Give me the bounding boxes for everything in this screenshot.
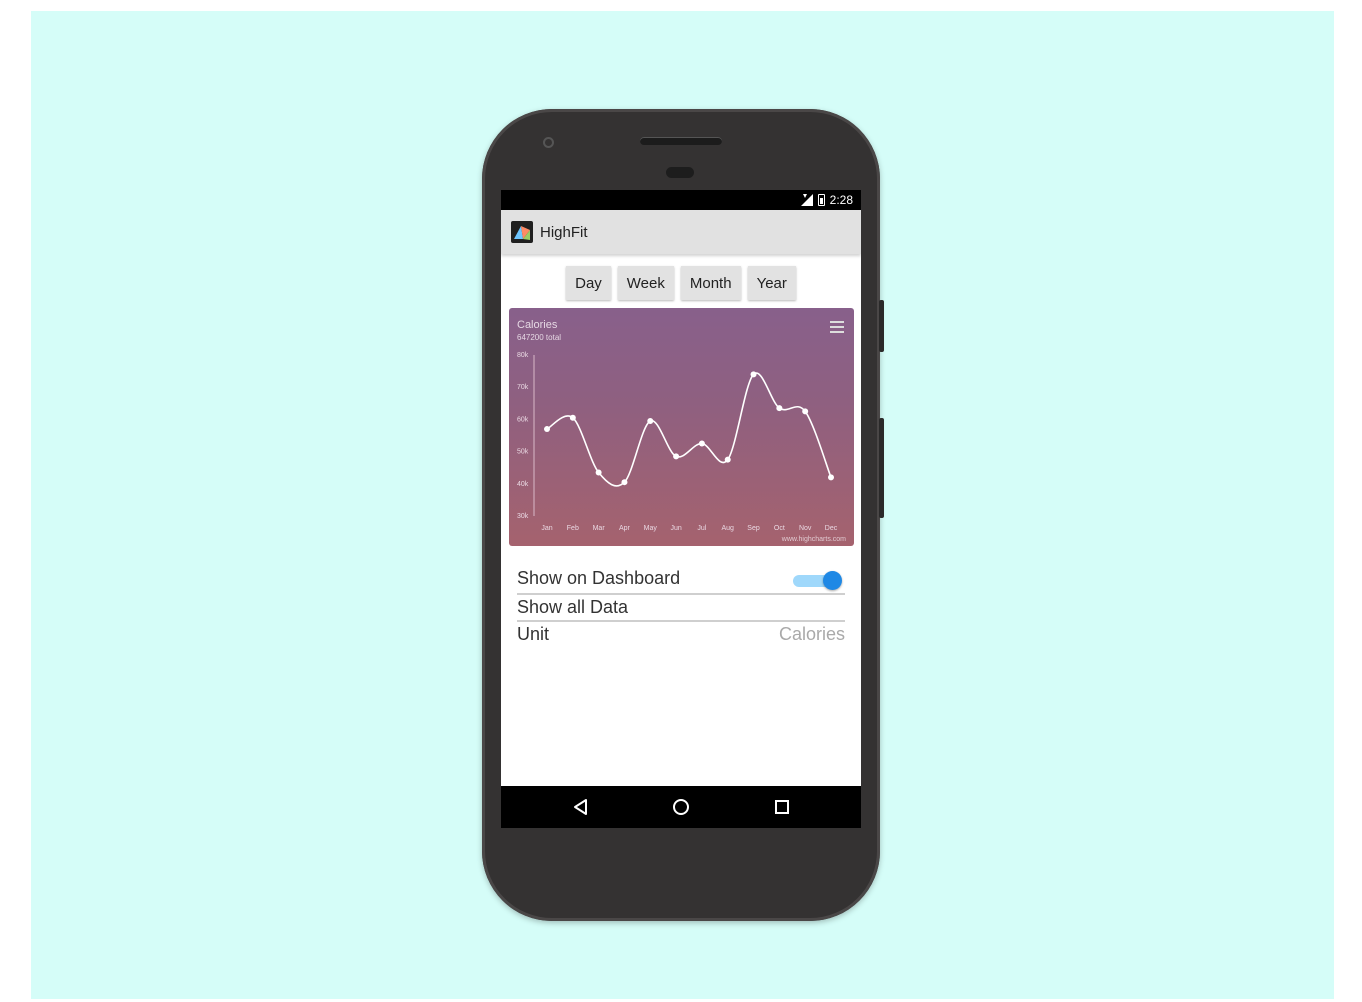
data-point: [698, 440, 705, 447]
x-tick-label: Dec: [825, 525, 838, 532]
range-week-button[interactable]: Week: [617, 266, 674, 300]
x-tick-label: Aug: [721, 525, 734, 532]
chart-title: Calories: [517, 319, 558, 331]
row-divider: [517, 620, 845, 622]
proximity-sensor: [666, 167, 694, 178]
x-tick-label: Sep: [747, 525, 760, 532]
y-tick-label: 60k: [517, 416, 529, 423]
data-point: [647, 418, 654, 425]
status-bar: 2:28: [501, 190, 861, 210]
unit-value[interactable]: Calories: [779, 624, 845, 645]
recents-icon[interactable]: [771, 796, 793, 818]
chart-credits: www.highcharts.com: [781, 536, 846, 543]
y-tick-label: 80k: [517, 352, 529, 359]
status-time: 2:28: [829, 193, 853, 207]
x-tick-label: Oct: [774, 525, 785, 532]
show-all-data-item[interactable]: Show all Data: [517, 597, 845, 618]
front-camera: [543, 137, 554, 148]
show-dashboard-toggle[interactable]: [793, 571, 843, 591]
x-tick-label: Jan: [541, 525, 552, 532]
y-tick-label: 30k: [517, 513, 529, 520]
data-point: [750, 371, 757, 378]
chart-subtitle: 647200 total: [517, 333, 562, 342]
data-point: [621, 479, 628, 486]
phone-screen: 2:28 HighFit Day Week Month Year 30k 40k 5…: [501, 190, 861, 828]
back-icon[interactable]: [570, 796, 592, 818]
data-point: [569, 414, 576, 421]
app-logo-icon: [511, 221, 533, 243]
x-tick-label: Jul: [697, 525, 706, 532]
data-point: [673, 453, 680, 460]
range-month-button[interactable]: Month: [680, 266, 741, 300]
toggle-knob: [823, 571, 842, 590]
row-divider: [517, 593, 845, 595]
x-tick-label: Mar: [593, 525, 606, 532]
signal-icon: [800, 194, 813, 206]
y-tick-label: 40k: [517, 481, 529, 488]
series-line: [546, 372, 832, 487]
battery-icon: [817, 194, 825, 206]
data-point: [776, 405, 783, 412]
range-day-button[interactable]: Day: [566, 266, 611, 300]
home-icon[interactable]: [670, 796, 692, 818]
chart-plot: 30k 40k 50k 60k 70k 80k Jan Feb Mar Apr May Jun Jul A…: [517, 352, 838, 532]
calories-chart: 30k 40k 50k 60k 70k 80k Jan Feb Mar Apr May Jun Jul A…: [509, 308, 854, 546]
x-tick-label: Jun: [670, 525, 681, 532]
range-year-button[interactable]: Year: [747, 266, 796, 300]
data-point: [724, 456, 731, 463]
x-tick-label: Feb: [567, 525, 579, 532]
navigation-bar: [501, 786, 861, 828]
x-tick-label: Nov: [799, 525, 812, 532]
y-tick-label: 70k: [517, 384, 529, 391]
range-selector: Day Week Month Year: [501, 266, 861, 300]
data-point: [595, 469, 602, 476]
x-tick-label: Apr: [619, 525, 631, 532]
app-title: HighFit: [540, 223, 588, 241]
earpiece-speaker: [640, 137, 722, 145]
volume-button: [879, 418, 884, 518]
power-button: [879, 300, 884, 352]
data-point: [544, 426, 550, 433]
data-point: [828, 474, 834, 481]
data-point: [802, 408, 809, 415]
x-tick-label: May: [644, 525, 658, 532]
y-tick-label: 50k: [517, 449, 529, 456]
hamburger-menu-icon[interactable]: [830, 321, 844, 336]
app-bar: HighFit: [501, 210, 861, 254]
